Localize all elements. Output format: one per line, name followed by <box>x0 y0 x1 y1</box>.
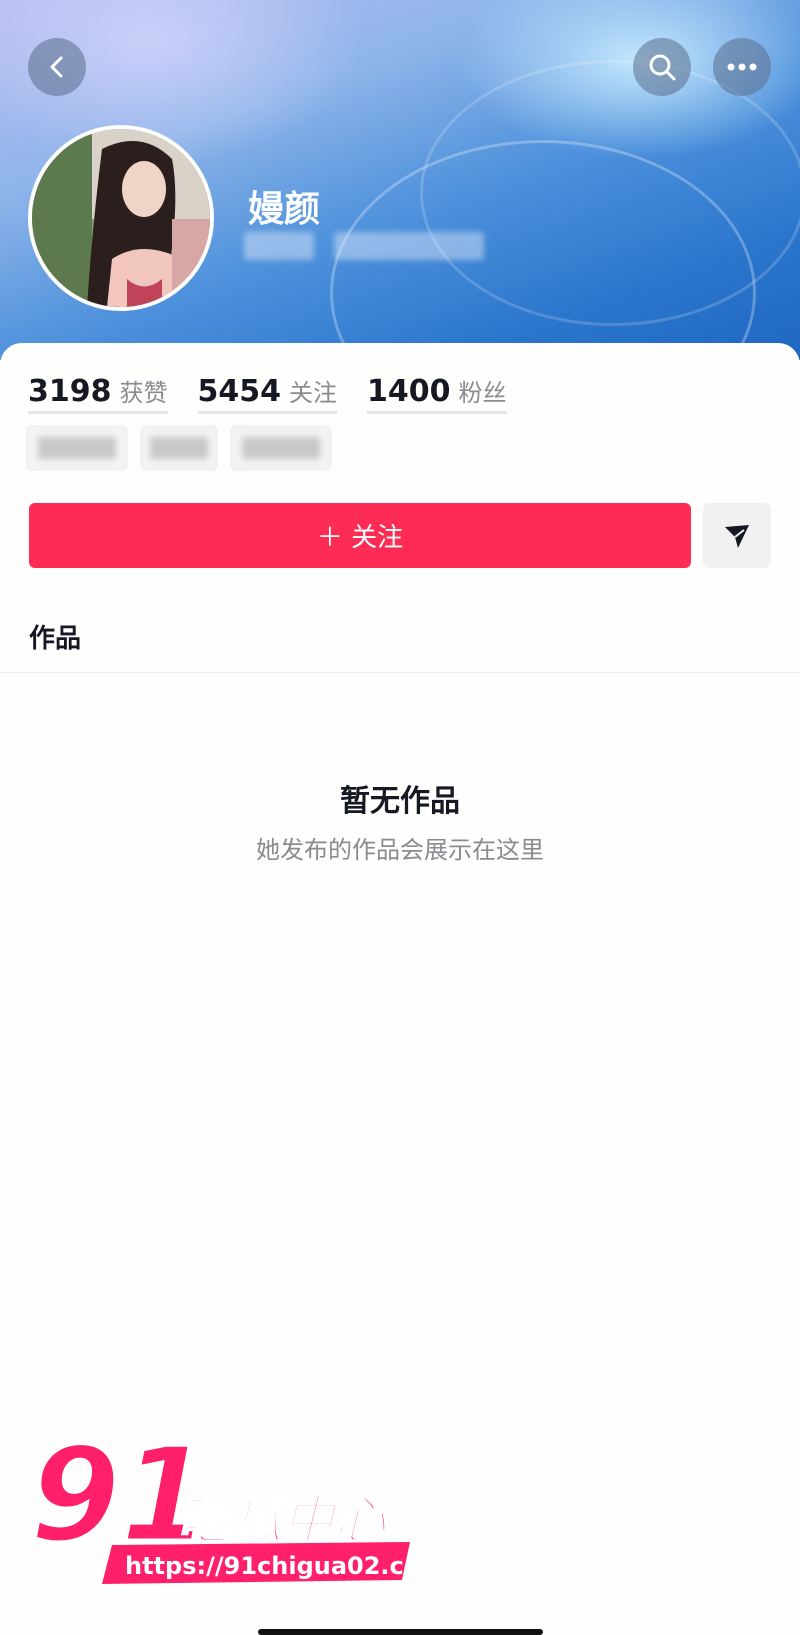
follow-button[interactable]: ＋ 关注 <box>29 503 691 568</box>
empty-state-subtitle: 她发布的作品会展示在这里 <box>256 836 544 864</box>
stat-value: 1400 <box>367 374 451 409</box>
search-icon <box>649 54 676 81</box>
avatar-image <box>32 129 210 307</box>
stat-followers[interactable]: 1400 粉丝 <box>367 373 507 414</box>
watermark-url: https://91chigua02.com <box>125 1552 430 1580</box>
stat-value: 5454 <box>197 374 282 409</box>
blurred-tag <box>26 425 128 471</box>
more-button[interactable] <box>713 38 771 96</box>
tab-works[interactable]: 作品 <box>29 618 81 655</box>
send-icon <box>725 524 749 548</box>
stat-label: 粉丝 <box>458 379 507 407</box>
home-indicator <box>258 1629 543 1635</box>
back-icon <box>50 56 63 78</box>
stat-label: 关注 <box>289 379 337 407</box>
search-button[interactable] <box>633 38 691 96</box>
more-icon <box>727 63 757 71</box>
stat-likes[interactable]: 3198 获赞 <box>28 373 168 414</box>
blurred-info <box>244 232 314 260</box>
blurred-tag <box>230 425 332 471</box>
stat-following[interactable]: 5454 关注 <box>197 373 337 414</box>
avatar[interactable] <box>28 125 214 311</box>
blurred-tag <box>140 425 218 471</box>
watermark-name: 吃瓜中心 <box>178 1491 388 1551</box>
blurred-info <box>334 232 484 260</box>
message-button[interactable] <box>703 503 771 568</box>
stat-label: 获赞 <box>119 379 168 407</box>
back-button[interactable] <box>28 38 86 96</box>
empty-state-title: 暂无作品 <box>340 784 460 819</box>
stat-value: 3198 <box>28 374 112 409</box>
divider <box>0 672 800 673</box>
watermark-logo: 91 吃瓜中心 https://91chigua02.com <box>29 1418 445 1590</box>
stats-row: 3198 获赞 5454 关注 1400 粉丝 <box>28 373 537 414</box>
username: 嫚颜 <box>248 189 321 230</box>
header-decoration <box>420 60 800 326</box>
